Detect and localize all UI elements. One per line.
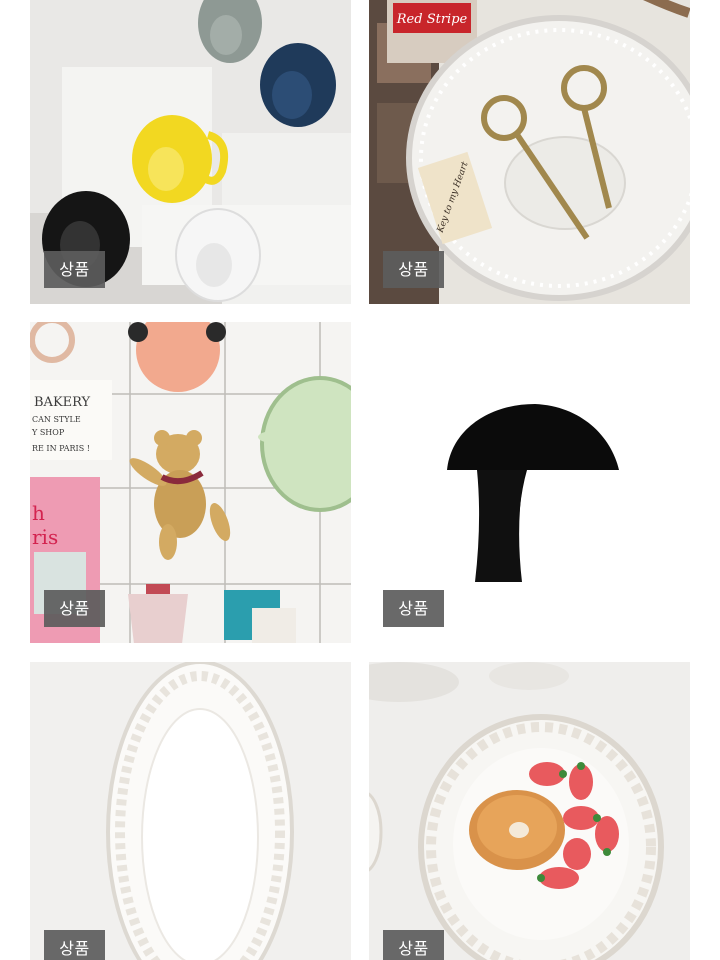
- product-badge: 상품: [383, 590, 444, 627]
- bakery-text: BAKERY: [34, 395, 91, 410]
- book-text: h: [32, 501, 45, 525]
- product-badge: 상품: [44, 930, 105, 960]
- book-text: ris: [32, 525, 58, 549]
- product-grid: 상품 Red Stripe Key to my Heart 상품 BAKERY …: [0, 0, 720, 960]
- label-text: Red Stripe: [396, 12, 468, 27]
- product-image-baroque-plate: [369, 662, 690, 960]
- card-text-line: RE IN PARIS !: [32, 444, 90, 453]
- product-card[interactable]: BAKERY CAN STYLE Y SHOP RE IN PARIS ! h …: [30, 322, 351, 643]
- card-text-line: CAN STYLE: [32, 415, 81, 424]
- product-card[interactable]: 상품: [30, 0, 351, 304]
- product-badge: 상품: [383, 251, 444, 288]
- product-badge: 상품: [44, 590, 105, 627]
- product-card[interactable]: 상품: [30, 662, 351, 960]
- product-badge: 상품: [383, 930, 444, 960]
- product-card[interactable]: 상품: [369, 662, 690, 960]
- card-text-line: Y SHOP: [31, 428, 65, 437]
- product-badge: 상품: [44, 251, 105, 288]
- product-card[interactable]: 상품: [369, 322, 690, 643]
- product-card[interactable]: Red Stripe Key to my Heart 상품: [369, 0, 690, 304]
- product-image-oval-platter: [30, 662, 351, 960]
